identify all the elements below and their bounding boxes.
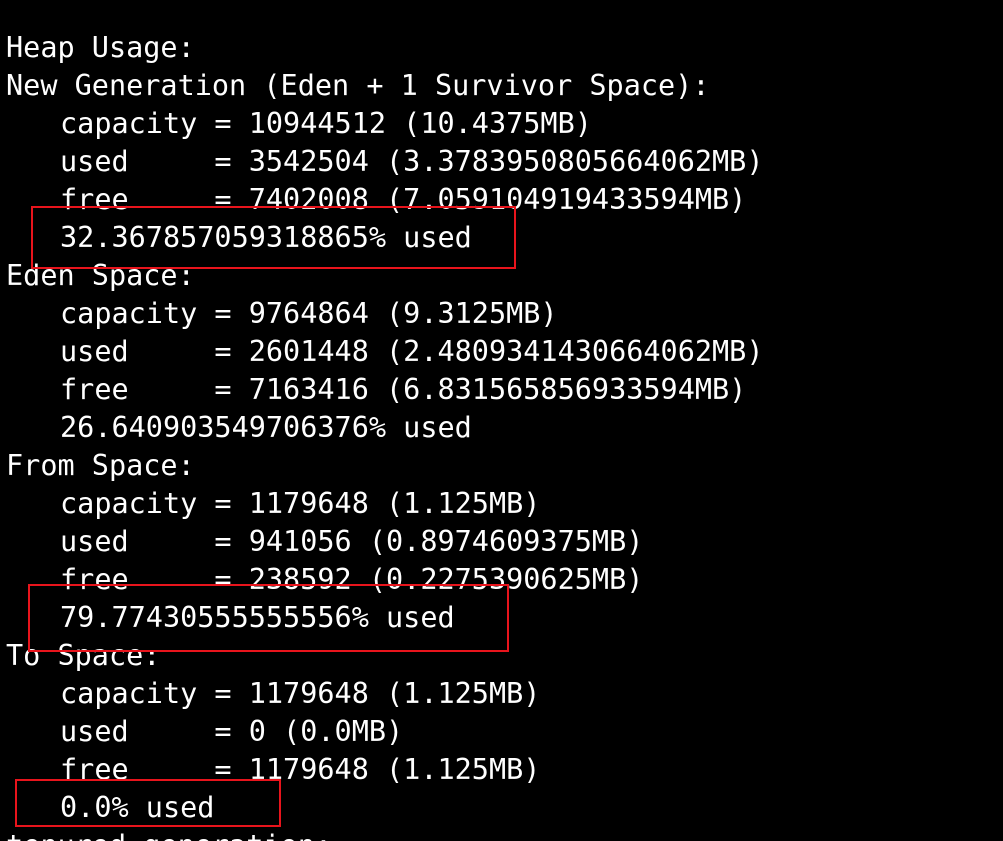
terminal-window: Heap Usage: New Generation (Eden + 1 Sur…: [0, 0, 1003, 841]
highlight-box-to-percent: [15, 779, 281, 827]
heap-usage-heading: Heap Usage:: [6, 31, 195, 64]
new-gen-used-line: used = 3542504 (3.3783950805664062MB): [60, 145, 764, 178]
from-used-line: used = 941056 (0.8974609375MB): [60, 525, 644, 558]
eden-free-line: free = 7163416 (6.831565856933594MB): [60, 373, 747, 406]
eden-capacity-line: capacity = 9764864 (9.3125MB): [60, 297, 558, 330]
new-gen-capacity-line: capacity = 10944512 (10.4375MB): [60, 107, 592, 140]
to-used-line: used = 0 (0.0MB): [60, 715, 404, 748]
eden-percent-used-line: 26.640903549706376% used: [60, 411, 472, 444]
eden-used-line: used = 2601448 (2.4809341430664062MB): [60, 335, 764, 368]
highlight-box-new-gen-percent: [31, 206, 516, 269]
highlight-box-from-percent: [28, 584, 509, 652]
to-capacity-line: capacity = 1179648 (1.125MB): [60, 677, 541, 710]
new-generation-heading: New Generation (Eden + 1 Survivor Space)…: [6, 69, 710, 102]
from-capacity-line: capacity = 1179648 (1.125MB): [60, 487, 541, 520]
from-space-heading: From Space:: [6, 449, 195, 482]
tenured-generation-heading: tenured generation:: [6, 827, 332, 841]
